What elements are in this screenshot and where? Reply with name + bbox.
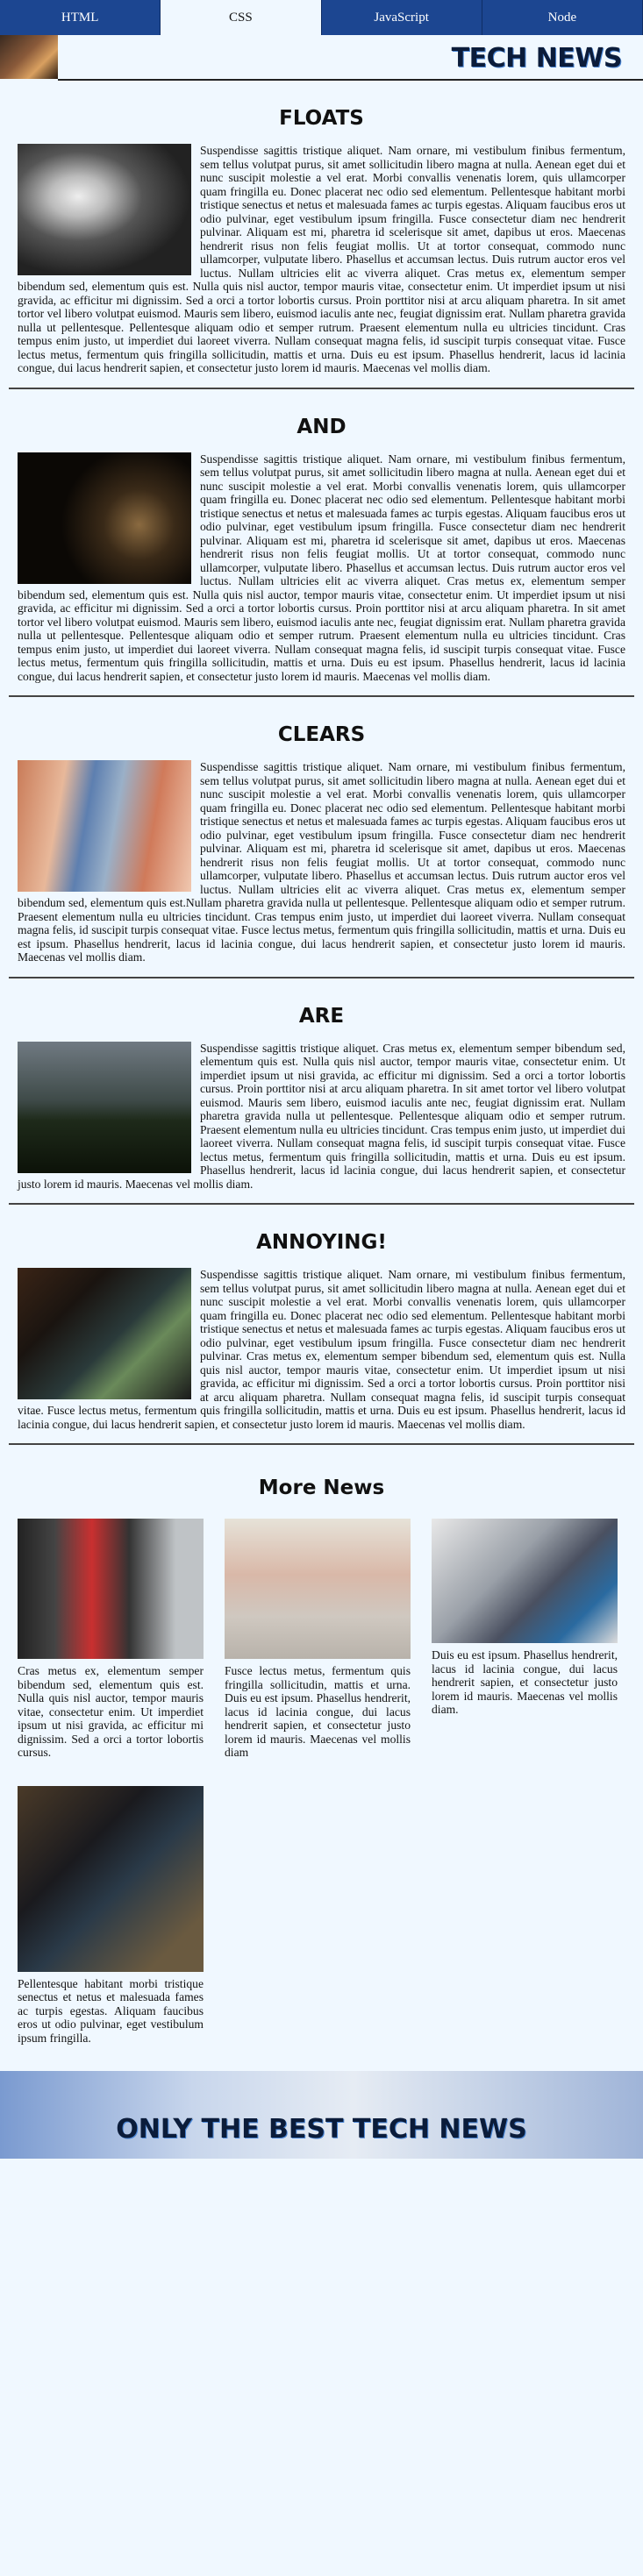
winter-photo	[225, 1519, 411, 1659]
article-floats: FLOATS Suspendisse sagittis tristique al…	[0, 81, 643, 375]
news-card-text: Fusce lectus metus, fermentum quis fring…	[225, 1664, 411, 1759]
laptop-photo	[432, 1519, 618, 1643]
article-clears: CLEARS Suspendisse sagittis tristique al…	[0, 697, 643, 964]
header-image	[0, 35, 58, 79]
news-card[interactable]: Duis eu est ipsum. Phasellus hendrerit, …	[432, 1519, 618, 1760]
article-and: AND Suspendisse sagittis tristique aliqu…	[0, 389, 643, 684]
news-card-text: Cras metus ex, elementum semper bibendum…	[18, 1664, 204, 1759]
cyclist-photo	[18, 452, 191, 584]
site-header: TECH NEWS	[0, 35, 643, 81]
article-annoying: ANNOYING! Suspendisse sagittis tristique…	[0, 1205, 643, 1431]
more-news: More News Cras metus ex, elementum sempe…	[0, 1445, 643, 2045]
street-photo	[18, 1519, 204, 1659]
top-nav: HTML CSS JavaScript Node	[0, 0, 643, 35]
shell-photo	[18, 760, 191, 892]
articles: FLOATS Suspendisse sagittis tristique al…	[0, 81, 643, 1445]
golf-photo	[18, 1041, 191, 1173]
tablet-photo	[18, 1785, 204, 1972]
news-grid: Cras metus ex, elementum semper bibendum…	[0, 1519, 643, 2045]
footer-tagline: ONLY THE BEST TECH NEWS	[116, 2114, 527, 2145]
article-are: ARE Suspendisse sagittis tristique aliqu…	[0, 978, 643, 1192]
news-card[interactable]: Pellentesque habitant morbi tristique se…	[18, 1785, 204, 2046]
article-heading: AND	[296, 415, 347, 438]
news-card-text: Duis eu est ipsum. Phasellus hendrerit, …	[432, 1648, 618, 1716]
more-news-heading: More News	[258, 1477, 385, 1499]
nav-tab-css[interactable]: CSS	[161, 0, 322, 35]
footer-banner: ONLY THE BEST TECH NEWS	[0, 2071, 643, 2159]
nav-tab-node[interactable]: Node	[482, 0, 643, 35]
article-heading: ANNOYING!	[256, 1231, 387, 1254]
header-divider	[58, 79, 643, 81]
news-card[interactable]: Cras metus ex, elementum semper bibendum…	[18, 1519, 204, 1760]
news-card-text: Pellentesque habitant morbi tristique se…	[18, 1976, 204, 2045]
article-heading: FLOATS	[279, 107, 364, 130]
nav-tab-html[interactable]: HTML	[0, 0, 161, 35]
site-title: TECH NEWS	[451, 42, 623, 74]
code-laptop-photo	[18, 1268, 191, 1399]
nav-tab-javascript[interactable]: JavaScript	[321, 0, 482, 35]
news-card[interactable]: Fusce lectus metus, fermentum quis fring…	[225, 1519, 411, 1760]
article-heading: ARE	[298, 1004, 345, 1028]
article-heading: CLEARS	[277, 723, 366, 746]
seagulls-photo	[18, 144, 191, 275]
